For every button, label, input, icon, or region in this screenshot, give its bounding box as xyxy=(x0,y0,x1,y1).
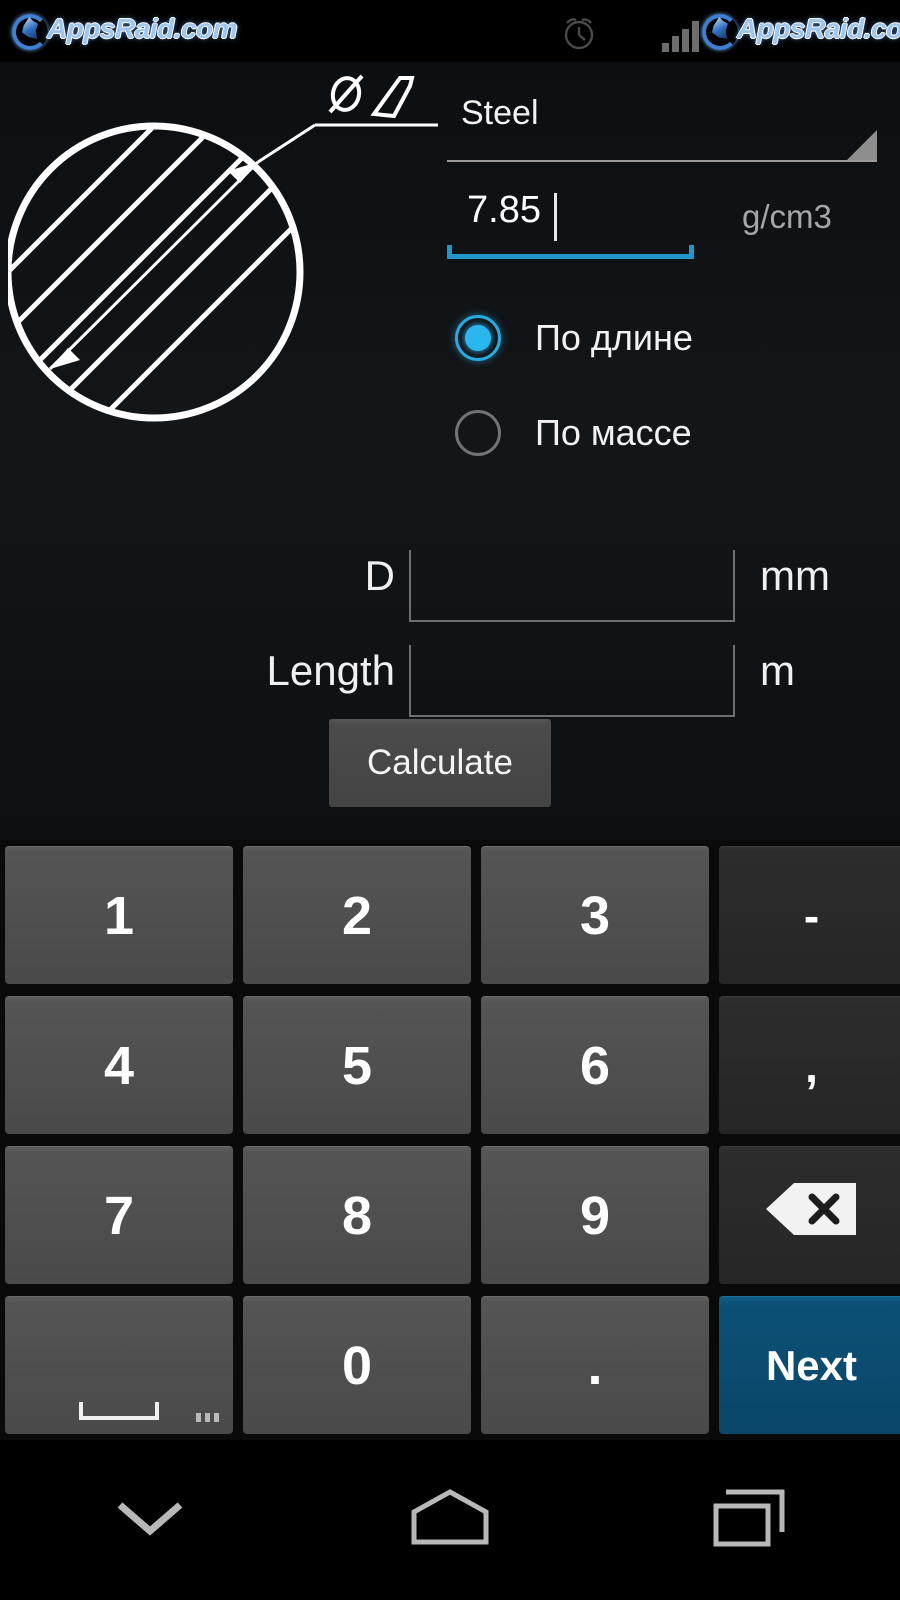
diameter-input[interactable] xyxy=(409,550,735,622)
key-comma-label: , xyxy=(805,1039,818,1092)
watermark-left-text: AppsRaid.com xyxy=(47,13,238,44)
key-6[interactable]: 6 xyxy=(481,996,709,1134)
calculate-button[interactable]: Calculate xyxy=(329,719,551,807)
keyboard-row-4: 0 . Next xyxy=(0,1290,900,1440)
watermark-right-text: AppsRaid.com xyxy=(737,13,900,44)
key-comma[interactable]: , xyxy=(719,996,900,1134)
key-minus-label: - xyxy=(803,889,820,942)
watermark-right: AppsRaid.com xyxy=(700,12,900,50)
status-bar: AppsRaid.com AppsRaid.com xyxy=(0,0,900,62)
radio-unselected-icon xyxy=(455,409,501,456)
key-7-label: 7 xyxy=(103,1185,135,1246)
spinner-underline xyxy=(447,160,877,162)
keyboard-row-1: 1 2 3 - xyxy=(0,840,900,990)
diameter-row: D mm xyxy=(0,550,900,638)
key-next[interactable]: Next xyxy=(719,1296,900,1434)
appsraid-logo-icon-right xyxy=(700,12,738,50)
radio-option-by-mass[interactable]: По массе xyxy=(455,385,875,480)
text-cursor xyxy=(554,193,557,241)
diameter-unit-label: mm xyxy=(760,552,830,599)
key-next-label: Next xyxy=(765,1341,858,1389)
key-9-label: 9 xyxy=(579,1185,611,1246)
density-input[interactable]: 7.85 xyxy=(447,187,694,259)
key-6-label: 6 xyxy=(579,1035,611,1096)
key-0-label: 0 xyxy=(341,1335,373,1396)
space-bar-icon xyxy=(79,1402,159,1420)
backspace-icon xyxy=(764,1179,860,1252)
diameter-label: D xyxy=(364,552,395,599)
key-3[interactable]: 3 xyxy=(481,846,709,984)
keyboard-row-3: 7 8 9 xyxy=(0,1140,900,1290)
key-4-label: 4 xyxy=(103,1035,135,1096)
nav-recents-button[interactable] xyxy=(600,1440,900,1600)
key-8[interactable]: 8 xyxy=(243,1146,471,1284)
material-spinner[interactable]: Steel xyxy=(447,90,877,162)
home-icon xyxy=(408,1488,492,1553)
chevron-down-icon xyxy=(112,1495,188,1546)
keyboard-row-2: 4 5 6 , xyxy=(0,990,900,1140)
key-5-label: 5 xyxy=(341,1035,373,1096)
watermark-left: AppsRaid.com xyxy=(10,12,238,50)
numeric-keyboard: 1 2 3 - 4 5 6 , 7 8 9 0 . Next xyxy=(0,840,900,1440)
spinner-caret-icon xyxy=(847,130,877,160)
device-screen: AppsRaid.com AppsRaid.com xyxy=(0,0,900,1600)
density-value: 7.85 xyxy=(467,189,541,231)
key-2[interactable]: 2 xyxy=(243,846,471,984)
key-8-label: 8 xyxy=(341,1185,373,1246)
key-space[interactable] xyxy=(5,1296,233,1434)
key-backspace[interactable] xyxy=(719,1146,900,1284)
length-label: Length xyxy=(266,647,395,694)
key-5[interactable]: 5 xyxy=(243,996,471,1134)
radio-option-by-mass-label: По массе xyxy=(535,411,692,453)
density-unit-label: g/cm3 xyxy=(742,198,832,235)
density-focused-underline xyxy=(447,245,694,259)
system-navigation-bar xyxy=(0,1440,900,1600)
nav-home-button[interactable] xyxy=(300,1440,600,1600)
length-unit-label: m xyxy=(760,647,795,694)
material-selected-value: Steel xyxy=(461,94,539,132)
keyboard-switch-dots-icon xyxy=(196,1413,219,1422)
recents-icon xyxy=(708,1486,792,1555)
key-9[interactable]: 9 xyxy=(481,1146,709,1284)
key-3-label: 3 xyxy=(579,885,611,946)
nav-hide-keyboard-button[interactable] xyxy=(0,1440,300,1600)
app-content: Steel 7.85 g/cm3 По длине По массе D mm … xyxy=(0,62,900,840)
key-period[interactable]: . xyxy=(481,1296,709,1434)
radio-selected-icon xyxy=(455,314,501,361)
key-4[interactable]: 4 xyxy=(5,996,233,1134)
appsraid-logo-icon xyxy=(10,12,48,50)
key-minus[interactable]: - xyxy=(719,846,900,984)
key-1[interactable]: 1 xyxy=(5,846,233,984)
key-0[interactable]: 0 xyxy=(243,1296,471,1434)
calculation-mode-radio-group: По длине По массе xyxy=(455,290,875,480)
length-input[interactable] xyxy=(409,645,735,717)
key-2-label: 2 xyxy=(341,885,373,946)
key-period-label: . xyxy=(587,1335,603,1396)
key-1-label: 1 xyxy=(103,885,135,946)
alarm-clock-icon xyxy=(558,12,600,54)
key-7[interactable]: 7 xyxy=(5,1146,233,1284)
radio-option-by-length-label: По длине xyxy=(535,316,693,358)
round-bar-cross-section-drawing xyxy=(4,72,438,427)
radio-option-by-length[interactable]: По длине xyxy=(455,290,875,385)
